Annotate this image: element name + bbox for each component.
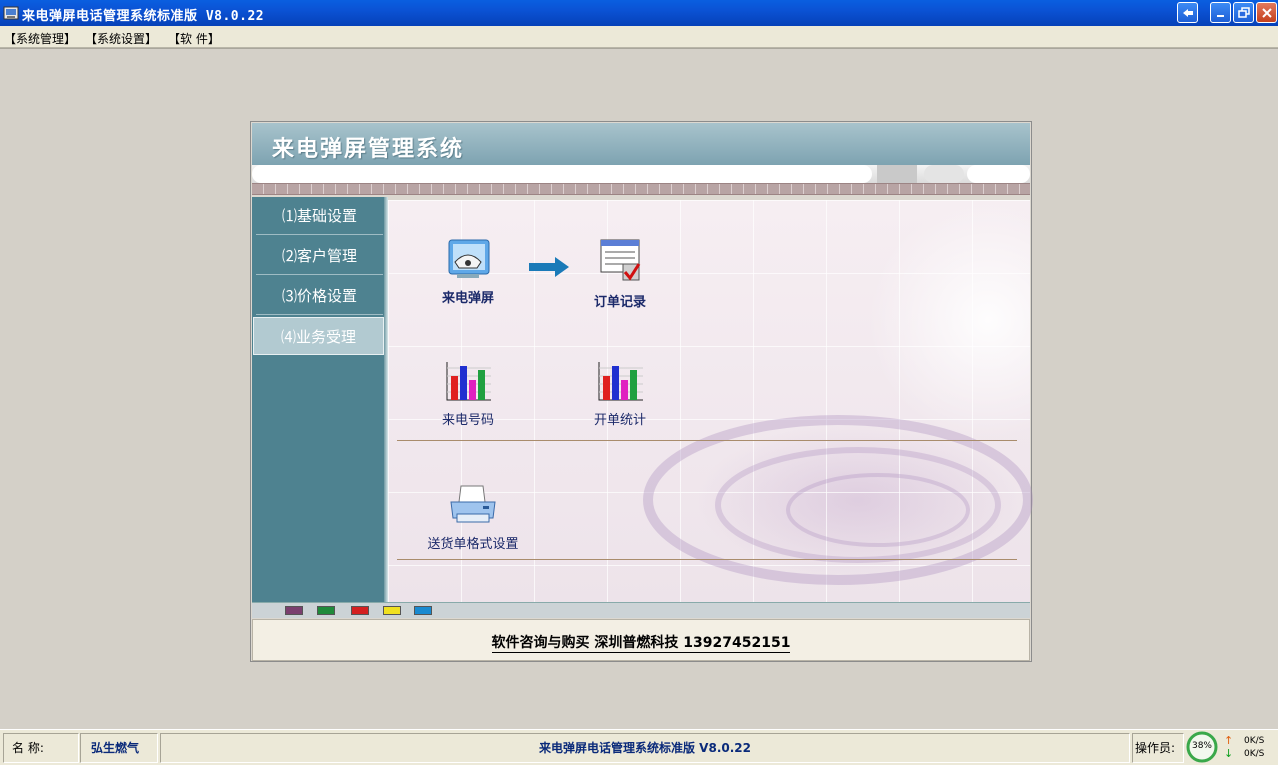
tile-caller-popup-label: 来电弹屏 (441, 291, 494, 306)
download-speed: 0K/S (1244, 749, 1265, 759)
menu-software[interactable]: 【软 件】 (168, 30, 220, 47)
order-checklist-icon (600, 239, 641, 281)
client-area: 来电弹屏管理系统 ⑴基础设置 ⑵客户管理 ⑶价格设置 ⑷业务受理 来电弹屏 订单… (0, 48, 1278, 729)
sidebar-item-basic-settings[interactable]: ⑴基础设置 (256, 197, 383, 235)
arrow-right-icon (529, 257, 569, 277)
cpu-percent: 38% (1191, 741, 1212, 751)
tile-order-records-label: 订单记录 (593, 295, 646, 310)
banner-strip (252, 165, 1030, 183)
divider-1 (397, 440, 1017, 441)
minimize-icon (1217, 15, 1224, 17)
tile-delivery-format[interactable]: 送货单格式设置 (418, 482, 528, 552)
status-bar: 名 称: 弘生燃气 来电弹屏电话管理系统标准版 V8.0.22 操作员: (0, 729, 1278, 765)
decorative-stripe (252, 183, 1030, 195)
divider-2 (397, 559, 1017, 560)
status-operator-label: 操作员: (1132, 733, 1184, 763)
tile-caller-popup[interactable]: 来电弹屏 (428, 238, 508, 306)
main-panel: 来电弹屏管理系统 ⑴基础设置 ⑵客户管理 ⑶价格设置 ⑷业务受理 来电弹屏 订单… (250, 121, 1033, 662)
bar-chart-icon (446, 362, 491, 401)
banner: 来电弹屏管理系统 (252, 123, 1030, 165)
upload-speed: 0K/S (1244, 736, 1265, 746)
status-name-label: 名 称: (3, 733, 79, 763)
printer-icon (450, 485, 496, 523)
app-icon[interactable] (3, 5, 19, 21)
tile-order-stats[interactable]: 开单统计 (580, 358, 660, 428)
minimize-button[interactable] (1210, 2, 1231, 23)
download-arrow-icon: ↓ (1224, 747, 1234, 760)
panel-footer: 软件咨询与购买 深圳普燃科技 13927452151 (252, 619, 1030, 661)
sidebar-item-customer-management[interactable]: ⑵客户管理 (256, 237, 383, 275)
title-bar: 来电弹屏电话管理系统标准版 V8.0.22 (0, 0, 1278, 26)
swatch-purple[interactable] (285, 606, 303, 615)
swatch-yellow[interactable] (383, 606, 401, 615)
close-icon (1262, 8, 1272, 18)
restore-icon (1238, 7, 1250, 18)
cpu-gauge: 38% (1185, 731, 1221, 763)
tile-caller-numbers[interactable]: 来电号码 (428, 358, 508, 428)
menu-system-management[interactable]: 【系统管理】 (4, 30, 76, 47)
tile-order-records[interactable]: 订单记录 (580, 238, 660, 310)
swatch-blue[interactable] (414, 606, 432, 615)
network-speed: ↑ 0K/S ↓ 0K/S (1224, 734, 1276, 762)
sidebar-item-business[interactable]: ⑷业务受理 (253, 317, 384, 355)
sidebar: ⑴基础设置 ⑵客户管理 ⑶价格设置 ⑷业务受理 (252, 197, 384, 602)
back-arrow-icon (1183, 9, 1193, 17)
footer-contact-link[interactable]: 软件咨询与购买 深圳普燃科技 13927452151 (491, 635, 791, 653)
bar-chart-icon (598, 362, 643, 401)
window-title: 来电弹屏电话管理系统标准版 V8.0.22 (22, 9, 265, 24)
menu-system-settings[interactable]: 【系统设置】 (85, 30, 157, 47)
phone-computer-icon (448, 239, 490, 278)
close-button[interactable] (1256, 2, 1277, 23)
tile-order-stats-label: 开单统计 (593, 413, 646, 428)
background-swirl (643, 415, 1033, 585)
upload-arrow-icon: ↑ (1224, 734, 1234, 747)
color-swatch-bar (252, 602, 1030, 618)
banner-title: 来电弹屏管理系统 (272, 136, 465, 162)
maximize-button[interactable] (1233, 2, 1254, 23)
tile-caller-numbers-label: 来电号码 (441, 413, 494, 428)
tile-delivery-format-label: 送货单格式设置 (427, 537, 519, 552)
menu-bar: 【系统管理】 【系统设置】 【软 件】 (0, 26, 1278, 48)
status-center-title: 来电弹屏电话管理系统标准版 V8.0.22 (160, 733, 1130, 763)
sidebar-item-price-settings[interactable]: ⑶价格设置 (256, 277, 383, 315)
status-name-value: 弘生燃气 (80, 733, 158, 763)
restore-back-button[interactable] (1177, 2, 1198, 23)
swatch-red[interactable] (351, 606, 369, 615)
swatch-green[interactable] (317, 606, 335, 615)
content-area: 来电弹屏 订单记录 来电号码 开单统计 送货单格式设置 (388, 200, 1033, 602)
